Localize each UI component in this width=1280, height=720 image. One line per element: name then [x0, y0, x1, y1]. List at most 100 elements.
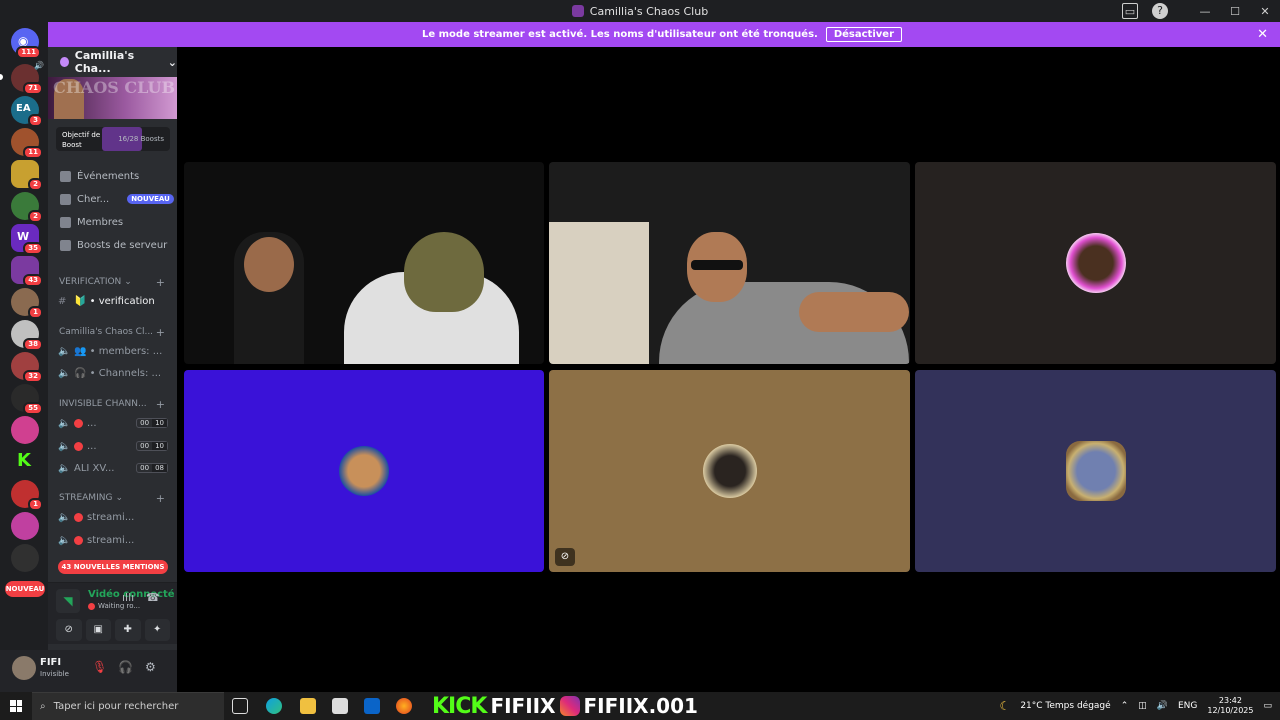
mic-muted-icon[interactable]: 🎙 — [92, 660, 107, 674]
clock[interactable]: 23:42 12/10/2025 — [1207, 696, 1253, 716]
server-icon-7[interactable]: 43 — [11, 256, 43, 287]
category-invisible[interactable]: INVISIBLE CHANN... + — [59, 397, 165, 411]
store-icon[interactable] — [332, 698, 348, 714]
server-icon-16[interactable] — [11, 544, 39, 572]
chevron-down-icon: ⌄ — [167, 55, 177, 69]
boost-count: 16/28 Boosts — [118, 135, 164, 143]
channel-verification[interactable]: # 🔰 • verification — [58, 292, 168, 310]
network-icon[interactable]: ◫ — [1138, 701, 1147, 711]
user-name[interactable]: FIFI — [40, 657, 61, 668]
avatar[interactable] — [12, 656, 36, 680]
add-channel-icon[interactable]: + — [156, 276, 165, 289]
video-tile-two-people[interactable] — [184, 162, 544, 364]
firefox-icon[interactable] — [396, 698, 412, 714]
category-camillia[interactable]: Camillia's Chaos Cl... + — [59, 325, 165, 339]
add-channel-icon[interactable]: + — [156, 492, 165, 505]
home-button[interactable]: ◉ 111 — [11, 28, 41, 59]
channel-invisible-3[interactable]: 🔈 ALI XV... 00 08 — [58, 459, 168, 477]
inbox-icon[interactable]: ▭ — [1122, 3, 1138, 19]
server-icon-14[interactable]: 1 — [11, 480, 43, 511]
video-tile-avatar-1[interactable] — [915, 162, 1276, 364]
chevron-up-icon[interactable]: ⌃ — [1121, 701, 1129, 711]
channel-invisible-1[interactable]: 🔈 ... 00 10 — [58, 414, 168, 432]
add-channel-icon[interactable]: + — [156, 398, 165, 411]
user-status: Invisible — [40, 670, 69, 678]
screen-share-button[interactable]: ▣ — [85, 619, 111, 641]
weather-text[interactable]: 21°C Temps dégagé — [1020, 701, 1110, 711]
nav-search[interactable]: Cher... NOUVEAU — [60, 190, 174, 208]
help-icon[interactable]: ? — [1152, 3, 1168, 19]
task-view-icon[interactable] — [232, 698, 248, 714]
server-icon-9[interactable]: 38 — [11, 320, 43, 351]
outlook-icon[interactable] — [364, 698, 380, 714]
add-channel-icon[interactable]: + — [156, 326, 165, 339]
channel-channels[interactable]: 🔈 🎧 • Channels: ... — [58, 364, 168, 382]
volume-icon[interactable]: 🔊 — [1157, 701, 1168, 711]
category-streaming[interactable]: STREAMING ⌄ + — [59, 491, 165, 505]
effects-button[interactable]: ✦ — [144, 619, 170, 641]
language-indicator[interactable]: ENG — [1178, 701, 1197, 711]
taskbar-search[interactable]: ⌕ Taper ici pour rechercher — [32, 692, 224, 720]
server-icon-1[interactable]: 🔊 71 — [11, 61, 44, 95]
kick-server-icon[interactable]: K — [11, 448, 39, 476]
server-icon-5[interactable]: 2 — [11, 192, 43, 223]
video-tile-avatar-3[interactable]: ⊘ — [549, 370, 910, 572]
instagram-icon — [559, 696, 580, 716]
soundboard-icon[interactable]: ıllı — [122, 591, 134, 604]
user-count: 00 10 — [136, 441, 168, 451]
red-circle-icon — [74, 512, 83, 522]
server-icon-12[interactable] — [11, 416, 39, 444]
new-mentions-button[interactable]: 43 NOUVELLES MENTIONS — [58, 560, 168, 574]
signal-icon[interactable]: ◥ — [56, 589, 80, 613]
server-icon-11[interactable]: 55 — [11, 384, 43, 415]
new-badge[interactable]: NOUVEAU — [5, 581, 45, 597]
search-icon: ⌕ — [40, 701, 46, 712]
close-banner-icon[interactable]: ✕ — [1257, 27, 1268, 42]
deafened-icon[interactable]: 🎧 — [118, 660, 133, 674]
man-arm — [799, 292, 909, 332]
close-window-button[interactable]: ✕ — [1250, 5, 1280, 18]
channel-members[interactable]: 🔈 👥 • members: ... — [58, 342, 168, 360]
channel-streaming-1[interactable]: 🔈 streami... — [58, 508, 168, 526]
notification-icon[interactable]: ▭ — [1263, 701, 1272, 711]
participant-avatar — [1065, 441, 1126, 501]
disconnect-icon[interactable]: ☎ — [146, 591, 160, 604]
category-verification[interactable]: VERIFICATION ⌄ + — [59, 275, 165, 289]
taskbar: ⌕ Taper ici pour rechercher KICK FIFIIX … — [0, 692, 1280, 720]
maximize-button[interactable]: ☐ — [1220, 5, 1250, 18]
disable-streamer-button[interactable]: Désactiver — [825, 27, 902, 42]
participant-avatar — [1065, 233, 1126, 293]
boost-icon — [60, 239, 71, 251]
server-icon-2[interactable]: EA 3 — [11, 96, 43, 127]
server-icon-10[interactable]: 32 — [11, 352, 43, 383]
video-tile-avatar-2[interactable] — [184, 370, 544, 572]
speaker-icon: 🔈 — [58, 534, 71, 546]
channel-invisible-2[interactable]: 🔈 ... 00 10 — [58, 437, 168, 455]
activities-button[interactable]: ✚ — [115, 619, 141, 641]
nav-events[interactable]: Événements — [60, 167, 139, 185]
instagram-username: FIFIIX.001 — [583, 694, 698, 718]
server-header[interactable]: Camillia's Cha... ⌄ — [48, 47, 177, 77]
nav-members[interactable]: Membres — [60, 213, 123, 231]
minimize-button[interactable]: — — [1190, 5, 1220, 18]
person-right-hat — [404, 232, 484, 312]
video-tile-avatar-4[interactable] — [915, 370, 1276, 572]
boost-goal[interactable]: Objectif de Boost 16/28 Boosts — [56, 127, 170, 151]
server-banner: CHAOS CLUB — [48, 77, 177, 119]
server-icon-8[interactable]: 1 — [11, 288, 43, 319]
video-tile-headset-man[interactable] — [549, 162, 910, 364]
server-icon-3[interactable]: 11 — [11, 128, 43, 159]
file-explorer-icon[interactable] — [300, 698, 316, 714]
nav-boosts[interactable]: Boosts de serveur — [60, 236, 167, 254]
camera-off-button[interactable]: ⊘ — [56, 619, 82, 641]
server-icon-4[interactable]: 2 — [11, 160, 43, 191]
camera-off-icon: ⊘ — [555, 548, 575, 566]
gear-icon[interactable]: ⚙ — [145, 660, 156, 674]
edge-icon[interactable] — [266, 698, 282, 714]
windows-start-icon[interactable] — [10, 700, 22, 712]
server-icon-6[interactable]: W 35 — [11, 224, 43, 255]
red-circle-icon — [88, 602, 95, 610]
channel-streaming-2[interactable]: 🔈 streami... — [58, 531, 168, 549]
sunglasses — [691, 260, 743, 270]
server-icon-15[interactable] — [11, 512, 39, 540]
